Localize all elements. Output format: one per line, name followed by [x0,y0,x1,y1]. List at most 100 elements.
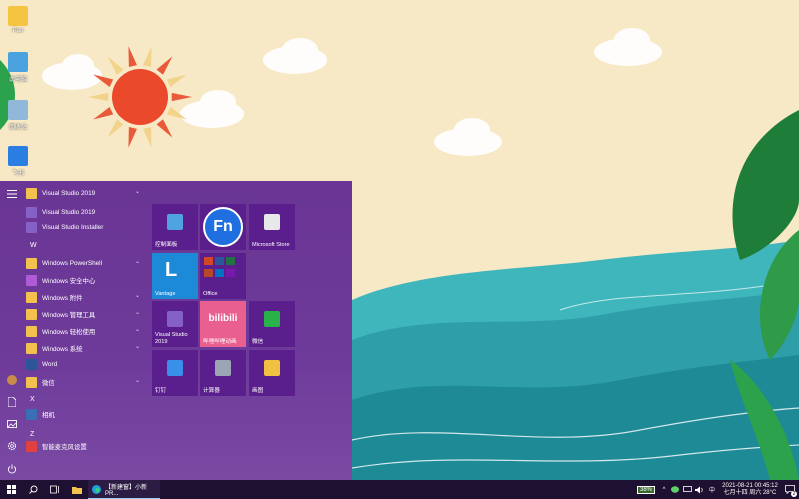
app-list-item-label: Word [42,360,58,368]
task-view-icon[interactable] [44,480,66,499]
wechat-tray-icon[interactable] [669,480,681,499]
tile-label: Visual Studio 2019 [155,332,188,345]
user-avatar-icon[interactable] [4,373,20,387]
word-icon [26,358,37,370]
pictures-icon[interactable] [4,417,20,431]
app-list-item[interactable]: 智能麦克风设置 [26,438,144,454]
tile-label: 计算器 [203,387,220,394]
folder-icon [26,325,37,337]
taskbar: 【新建窗】小新PR... 38% ^ 中 2021-08-21 00:45:12… [0,480,799,499]
tile-label: 控制面板 [155,241,178,248]
tile-visual-studio[interactable]: Visual Studio 2019 [152,301,198,347]
app-list-item-label: 微信 [42,379,55,387]
calculator-icon [215,360,231,376]
desktop-icon-label: Pan [12,28,24,34]
tile-office[interactable]: Office [200,253,246,299]
app-list-item[interactable]: Windows 管理工具 ⌄ [26,306,144,322]
desktop-icon-pc[interactable]: 此电脑 [0,52,36,83]
app-list-letter-header[interactable]: Z [30,431,34,438]
office-app-icon [215,269,224,277]
office-icon [203,256,243,278]
app-list-item-label: Windows 系统 [42,345,83,353]
tile-label: 微信 [252,338,264,345]
app-list-item-label: Windows 附件 [42,294,83,302]
microphone-icon [26,440,37,452]
tray-chevron-up-icon[interactable]: ^ [659,480,669,499]
tile-calculator[interactable]: 计算器 [200,350,246,396]
app-list-item[interactable]: Visual Studio Installer [26,219,144,235]
desktop-icon-recycle[interactable]: 回收站 [0,100,36,131]
vantage-icon: L [165,259,178,281]
app-list-item-label: Windows 轻松使用 [42,328,96,336]
volume-icon[interactable] [693,480,705,499]
tile-store[interactable]: Microsoft Store [249,204,295,250]
app-list-letter-header[interactable]: X [30,396,35,403]
office-app-icon [226,269,235,277]
hamburger-menu-icon[interactable] [4,187,20,201]
search-icon[interactable] [22,480,44,499]
desktop-icon-user[interactable]: Pan [0,6,36,34]
app-list-item[interactable]: Windows 附件 ⌄ [26,289,144,305]
clock-datetime: 2021-08-21 00:45:12 [722,482,778,489]
app-list-item[interactable]: Windows 安全中心 [26,272,144,288]
chevron-down-icon: ⌄ [134,293,140,299]
settings-gear-icon[interactable] [4,439,20,453]
shield-icon [26,274,37,286]
tile-dingtalk[interactable]: 钉钉 [152,350,198,396]
office-app-icon [204,257,213,265]
network-icon[interactable] [681,480,693,499]
app-list-item[interactable]: Word [26,356,144,372]
taskbar-edge-window[interactable]: 【新建窗】小新PR... [88,480,160,499]
desktop-icon-label: 回收站 [8,125,27,131]
battery-indicator[interactable]: 38% [633,480,659,499]
app-list-item[interactable]: 微信 ⌄ [26,374,144,390]
app-list-item-label: Visual Studio 2019 [42,189,96,197]
app-list-item[interactable]: Visual Studio 2019 ⌄ [26,185,144,201]
visual-studio-icon [26,206,37,218]
app-list-letter-header[interactable]: W [30,242,37,249]
app-icon [8,146,28,166]
notification-count: 2 [791,491,797,497]
power-icon[interactable] [4,462,20,476]
app-list-item-label: 智能麦克风设置 [42,443,87,451]
ime-label: 中 [708,488,715,494]
store-icon [264,214,280,230]
desktop-icon-app[interactable]: 飞书 [0,146,36,177]
app-list-item[interactable]: Visual Studio 2019 [26,204,144,220]
tile-label: 哔哩哔哩动画 [203,338,237,345]
clock[interactable]: 2021-08-21 00:45:12 七月十四 周六 28°C [719,480,781,499]
desktop-icon-label: 此电脑 [8,77,27,83]
desktop-icon-label: 飞书 [11,171,24,177]
tile-fn[interactable]: Fn [200,204,246,250]
ime-indicator[interactable]: 中 [705,480,719,499]
fn-icon: Fn [203,207,243,247]
start-rail [0,181,24,480]
tile-paint[interactable]: 画图 [249,350,295,396]
tile-control-panel[interactable]: 控制面板 [152,204,198,250]
chevron-down-icon: ⌄ [134,310,140,316]
app-list-item[interactable]: 相机 [26,406,144,422]
action-center-button[interactable]: 2 [781,480,799,499]
chevron-down-icon: ⌄ [134,344,140,350]
tile-vantage[interactable]: L Vantage [152,253,198,299]
office-app-icon [215,257,224,265]
edge-browser-icon [92,484,101,494]
chevron-down-icon: ⌄ [134,189,140,195]
windows-logo-icon [6,485,16,494]
control-panel-icon [167,214,183,230]
folder-icon [26,291,37,303]
app-list-item[interactable]: Windows 系统 ⌄ [26,340,144,356]
start-button[interactable] [0,480,22,499]
folder-icon [26,187,37,199]
tile-label: 钉钉 [155,387,167,394]
tile-wechat[interactable]: 微信 [249,301,295,347]
clock-lunar: 七月十四 周六 28°C [723,489,777,496]
bilibili-icon: bilibili [208,313,238,324]
office-app-icon [204,269,213,277]
app-list-item[interactable]: Windows 轻松使用 ⌄ [26,323,144,339]
app-list-item[interactable]: Windows PowerShell ⌄ [26,255,144,271]
file-explorer-icon[interactable] [66,480,88,499]
app-list-item-label: Windows PowerShell [42,259,103,267]
documents-icon[interactable] [4,395,20,409]
tile-bilibili[interactable]: bilibili 哔哩哔哩动画 [200,301,246,347]
